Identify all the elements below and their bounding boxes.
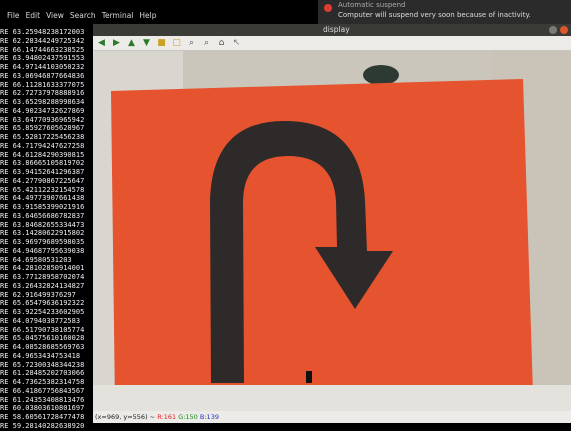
terminal-line: RE 65.52817225456238	[0, 133, 85, 141]
terminal-line: RE 63.84682655334473	[0, 220, 85, 229]
terminal-line: RE 65.42112232154578	[0, 185, 85, 194]
menu-edit[interactable]: Edit	[26, 8, 41, 24]
terminal-line: RE 65.65479636192322	[0, 299, 85, 308]
statusbar: (x=969, y=556) ~ R:161 G:150 B:139	[93, 411, 571, 423]
minimize-button[interactable]	[549, 26, 557, 34]
notification-message: Computer will suspend very soon because …	[338, 11, 531, 19]
terminal-line: RE 63.64770936965942	[0, 115, 85, 124]
terminal-line: RE 64.97144103050232	[0, 63, 85, 71]
terminal-line: RE 64.61284290390815	[0, 150, 85, 159]
terminal-line: RE 63.91585399021916	[0, 203, 85, 211]
terminal-line: RE 64.73625382314758	[0, 378, 85, 386]
coords-readout: (x=969, y=556) ~	[95, 413, 158, 421]
save-icon[interactable]: ■	[156, 38, 167, 49]
green-value: G:150	[178, 413, 198, 421]
terminal-line: RE 66.11281633377075	[0, 80, 85, 89]
zoom-fit-icon[interactable]: □	[171, 38, 182, 49]
terminal-line: RE 65.04575610160028	[0, 334, 85, 343]
terminal-line: RE 65.72300348344238	[0, 360, 85, 369]
arrow-right-icon[interactable]: ▶	[111, 38, 122, 49]
terminal-output: RE 63.25948238172003 RE 62.28344249725342…	[0, 28, 96, 431]
menu-help[interactable]: Help	[139, 8, 156, 24]
arrow-up-icon[interactable]: ▲	[126, 38, 137, 49]
terminal-line: RE 60.03803610801697	[0, 404, 85, 413]
window-title: display	[323, 25, 350, 34]
terminal-line: RE 64.27790867225647	[0, 176, 85, 185]
terminal-line: RE 63.94802437591553	[0, 54, 85, 63]
terminal-line: RE 63.25948238172003	[0, 28, 85, 36]
pointer-icon[interactable]: ↖	[231, 38, 242, 49]
terminal-line: RE 63.14280622915802	[0, 229, 85, 238]
blue-value: B:139	[199, 413, 219, 421]
terminal-line: RE 62.28344249725342	[0, 36, 85, 45]
suspend-notification[interactable]: Automatic suspend Computer will suspend …	[318, 0, 571, 24]
image-toolbar: ◀ ▶ ▲ ▼ ■ □ ⌕ ⌕ ⌂ ↖	[93, 36, 571, 51]
terminal-line: RE 61.24353408813476	[0, 395, 85, 404]
terminal-line: RE 58.60561728477478	[0, 413, 85, 421]
terminal-line: RE 66.41867756843567	[0, 386, 85, 395]
terminal-line: RE 63.65298288998634	[0, 98, 85, 106]
terminal-line: RE 65.85927605628967	[0, 124, 85, 133]
arrow-left-icon[interactable]: ◀	[96, 38, 107, 49]
terminal-line: RE 66.14744663238525	[0, 45, 85, 54]
terminal-line: RE 63.94152641296387	[0, 168, 85, 176]
zoom-reset-icon[interactable]: ⌂	[216, 38, 227, 49]
warning-icon	[324, 4, 332, 12]
menu-view[interactable]: View	[46, 8, 64, 24]
terminal-line: RE 64.08528685569763	[0, 343, 85, 351]
terminal-line: RE 63.64656686782837	[0, 211, 85, 220]
terminal-line: RE 59.28140282638920	[0, 421, 85, 430]
terminal-line: RE 64.0794038772583	[0, 316, 81, 325]
display-window: display ◀ ▶ ▲ ▼ ■ □ ⌕ ⌕ ⌂ ↖ (x=969, y=55…	[93, 24, 571, 423]
terminal-line: RE 64.49773907661438	[0, 194, 85, 203]
arrow-down-icon[interactable]: ▼	[141, 38, 152, 49]
camera-image[interactable]	[93, 51, 571, 411]
terminal-line: RE 64.69580531203	[0, 255, 72, 264]
menu-terminal[interactable]: Terminal	[102, 8, 134, 24]
terminal-line: RE 64.9653434753418	[0, 351, 81, 360]
close-button[interactable]	[560, 26, 568, 34]
red-value: R:161	[157, 413, 177, 421]
terminal-line: RE 66.51790738105774	[0, 325, 85, 334]
terminal-line: RE 63.06946877664836	[0, 71, 85, 80]
u-turn-sign-photo	[93, 51, 571, 411]
terminal-line: RE 62.72737978888916	[0, 89, 85, 98]
menu-search[interactable]: Search	[70, 8, 96, 24]
terminal-line: RE 61.28485202703066	[0, 369, 85, 378]
zoom-out-icon[interactable]: ⌕	[201, 38, 212, 49]
terminal-line: RE 63.86665105819702	[0, 159, 85, 168]
terminal-line: RE 64.28102850914001	[0, 264, 85, 273]
terminal-line: RE 63.26432824134827	[0, 281, 85, 290]
terminal-line: RE 64.94687795639038	[0, 246, 85, 255]
terminal-line: RE 63.92254233602905	[0, 308, 85, 316]
terminal-line: RE 63.77128958702074	[0, 273, 85, 281]
terminal-line: RE 64.90234732627869	[0, 106, 85, 115]
window-titlebar[interactable]: display	[93, 24, 571, 36]
terminal-line: RE 62.916499376297	[0, 290, 76, 299]
menu-file[interactable]: File	[7, 8, 20, 24]
menubar: File Edit View Search Terminal Help	[0, 8, 337, 24]
zoom-in-icon[interactable]: ⌕	[186, 38, 197, 49]
notification-title: Automatic suspend	[338, 1, 406, 9]
terminal-line: RE 63.96979689598035	[0, 238, 85, 246]
terminal-line: RE 64.71794247627258	[0, 141, 85, 150]
